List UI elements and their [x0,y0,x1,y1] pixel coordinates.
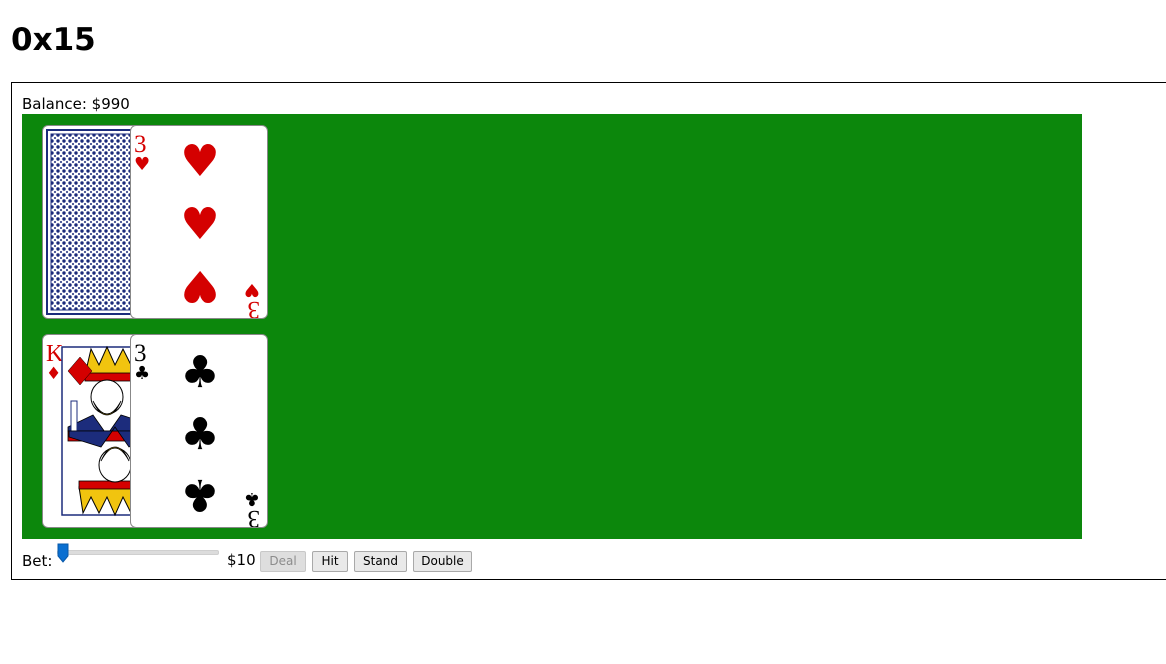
club-pip-icon: ♣ [180,347,219,398]
card-three-of-hearts: 3 ♥ ♥ ♥ ♥ 3 ♥ [130,125,268,319]
card-suit-small: ♦ [46,364,61,384]
page-title: 0x15 [11,22,96,58]
bet-label: Bet: [22,552,53,570]
heart-pip-icon: ♥ [180,260,219,311]
hit-button[interactable]: Hit [312,551,348,572]
bet-amount: $10 [227,551,256,569]
game-panel: Balance: $990 3 ♥ ♥ ♥ ♥ 3 ♥ K ♦ 3 ♣ ♣ ♣ … [11,82,1166,580]
heart-pip-icon: ♥ [180,199,219,250]
bet-controls: Bet: $10 Deal Hit Stand Double [22,543,622,573]
bet-slider-track [57,550,219,555]
heart-pip-icon: ♥ [180,136,219,187]
double-button[interactable]: Double [413,551,472,572]
club-pip-icon: ♣ [180,469,219,520]
card-suit-small-inverted: ♣ [244,488,260,509]
stand-button[interactable]: Stand [354,551,407,572]
club-pip-icon: ♣ [180,409,219,460]
deal-button[interactable]: Deal [260,551,306,572]
card-suit-small: ♥ [134,154,150,175]
card-three-of-clubs: 3 ♣ ♣ ♣ ♣ 3 ♣ [130,334,268,528]
card-suit-small-inverted: ♥ [244,279,260,300]
game-table: 3 ♥ ♥ ♥ ♥ 3 ♥ K ♦ 3 ♣ ♣ ♣ ♣ 3 ♣ [22,114,1082,539]
bet-slider[interactable] [57,543,219,567]
bet-slider-thumb[interactable] [57,543,69,563]
card-suit-small: ♣ [134,363,150,384]
balance-label: Balance: $990 [22,95,130,113]
